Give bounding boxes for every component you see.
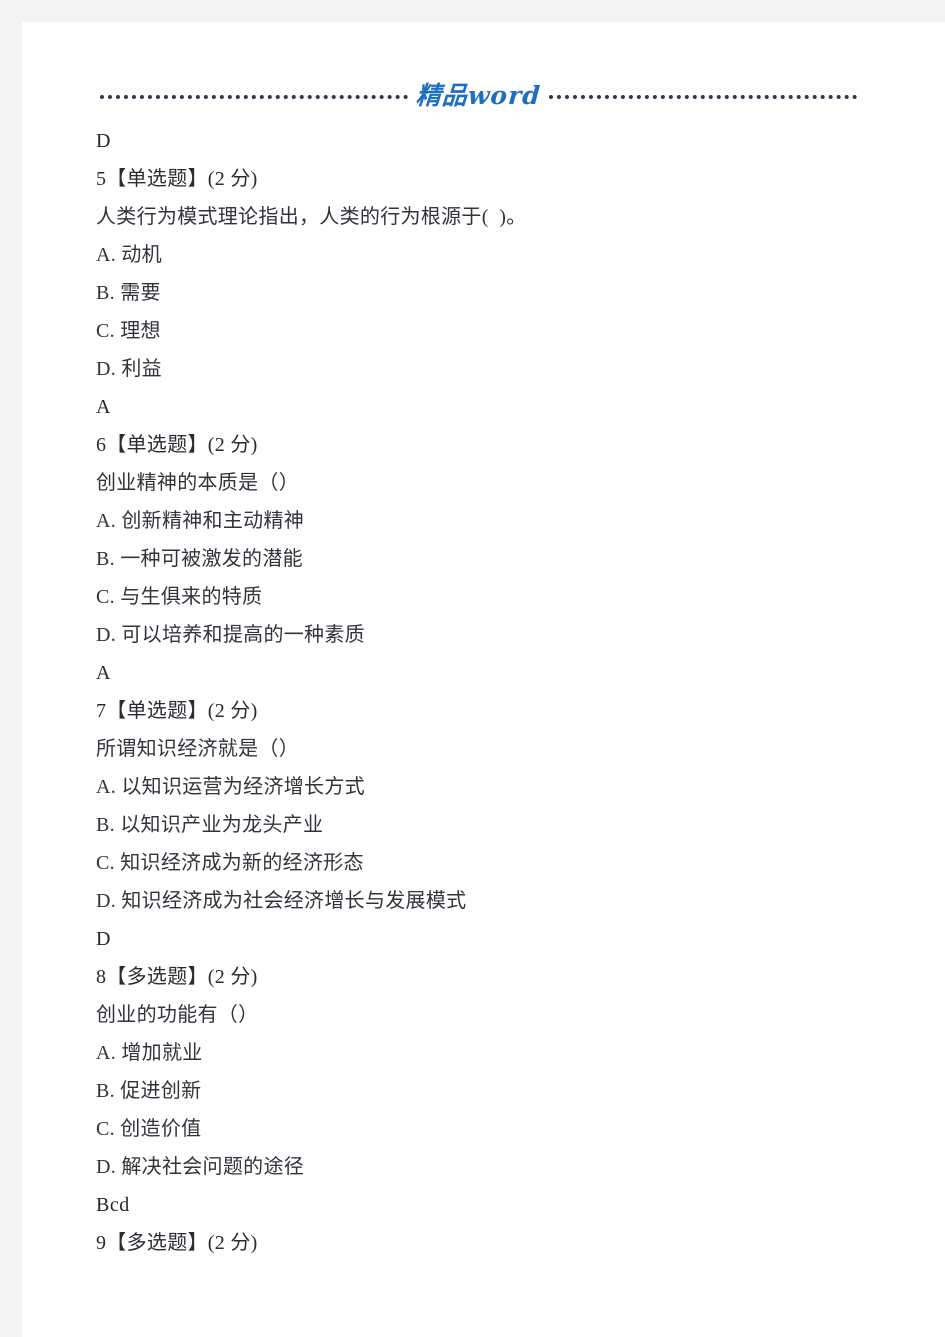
question-heading: 6【单选题】(2 分) [96,434,258,456]
question-option: A. 创新精神和主动精神 [96,510,305,532]
question-heading: 8【多选题】(2 分) [96,966,258,988]
watermark-brand-label: 精品word [415,80,542,110]
question-stem: 人类行为模式理论指出，人类的行为根源于( )。 [96,206,527,228]
header-dotted-rule-left [100,95,409,99]
question-option: C. 知识经济成为新的经济形态 [96,852,364,874]
document-body: D 5【单选题】(2 分) 人类行为模式理论指出，人类的行为根源于( )。 A.… [96,122,886,1262]
question-stem: 创业的功能有（） [96,1004,259,1026]
question-option: D. 可以培养和提高的一种素质 [96,624,365,646]
question-option: B. 以知识产业为龙头产业 [96,814,324,836]
question-option: A. 增加就业 [96,1042,203,1064]
question-option: A. 动机 [96,244,162,266]
answer-key-line: D [96,928,111,950]
question-option: B. 需要 [96,282,161,304]
answer-key-line: A [96,396,111,418]
header-rule-row: 精品word [100,74,858,116]
question-option: A. 以知识运营为经济增长方式 [96,776,365,798]
question-option: D. 知识经济成为社会经济增长与发展模式 [96,890,467,912]
question-option: C. 创造价值 [96,1118,202,1140]
document-page: 精品word D 5【单选题】(2 分) 人类行为模式理论指出，人类的行为根源于… [22,22,945,1337]
answer-key-line: A [96,662,111,684]
answer-key-line: D [96,130,111,152]
answer-key-line: Bcd [96,1194,130,1216]
question-option: C. 理想 [96,320,161,342]
question-stem: 所谓知识经济就是（） [96,738,299,760]
question-option: D. 利益 [96,358,162,380]
question-option: B. 促进创新 [96,1080,202,1102]
question-heading: 9【多选题】(2 分) [96,1232,258,1254]
question-stem: 创业精神的本质是（） [96,472,299,494]
question-option: B. 一种可被激发的潜能 [96,548,303,570]
running-header: 精品word [22,74,945,116]
question-heading: 5【单选题】(2 分) [96,168,258,190]
header-dotted-rule-right [548,95,858,99]
question-option: D. 解决社会问题的途径 [96,1156,305,1178]
question-heading: 7【单选题】(2 分) [96,700,258,722]
question-option: C. 与生俱来的特质 [96,586,263,608]
